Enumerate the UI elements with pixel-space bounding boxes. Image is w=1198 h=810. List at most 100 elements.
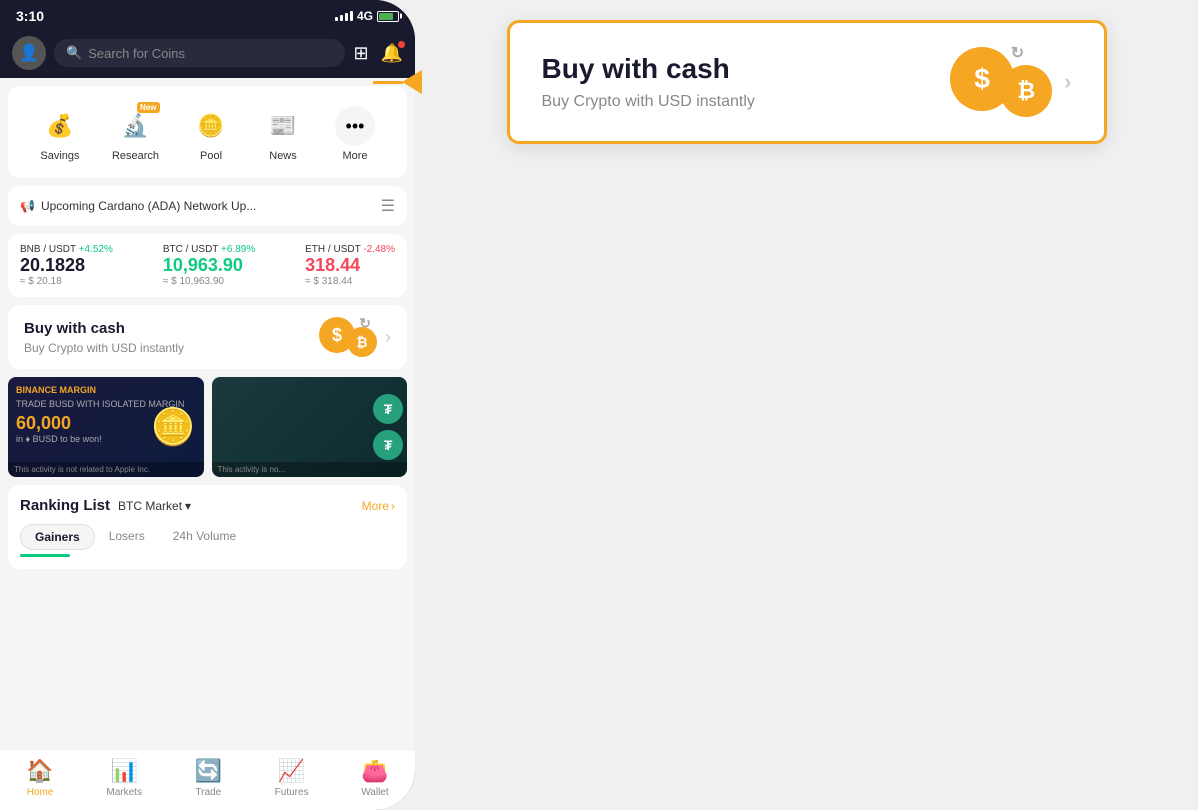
savings-label: Savings [40,150,79,162]
popup-coins: $ ↻ ₿ [950,47,1052,117]
price-row: BNB / USDT +4.52% 20.1828 ≈ $ 20.18 BTC … [8,234,407,297]
more-icon: ••• [335,106,375,146]
news-item[interactable]: 📰 News [263,106,303,162]
markets-label: Markets [106,787,142,798]
popup-right: $ ↻ ₿ › [950,47,1071,117]
nav-wallet[interactable]: 👛 Wallet [361,758,388,798]
banner-section: BINANCE MARGIN TRADE BUSD WITH ISOLATED … [8,377,407,477]
home-label: Home [27,787,54,798]
research-item[interactable]: 🔬 New Research [112,106,159,162]
btc-price[interactable]: BTC / USDT +6.89% 10,963.90 ≈ $ 10,963.9… [163,244,255,287]
popup-rotate-icon: ↻ [1011,43,1024,63]
trade-icon: 🔄 [195,758,222,784]
search-placeholder: Search for Coins [88,46,185,61]
pool-label: Pool [200,150,222,162]
notification-badge [398,41,405,48]
signal-icon [335,11,353,21]
bnb-price[interactable]: BNB / USDT +4.52% 20.1828 ≈ $ 20.18 [20,244,113,287]
eth-change: -2.48% [363,244,395,255]
tab-underline [20,554,70,557]
wallet-icon: 👛 [361,758,388,784]
tab-24h-volume[interactable]: 24h Volume [159,524,250,550]
news-label: News [269,150,297,162]
tether-icon: ₮ [373,394,403,424]
btc-usd: ≈ $ 10,963.90 [163,276,255,287]
eth-pair: ETH / USDT [305,244,360,255]
tether-icon-2: ₮ [373,430,403,460]
quick-access-row: 💰 Savings 🔬 New Research 🪙 Pool 📰 Ne [20,98,395,166]
pool-item[interactable]: 🪙 Pool [191,106,231,162]
popup-dollar-icon: $ ↻ [950,47,1014,111]
more-label: More [342,150,367,162]
popup-card[interactable]: Buy with cash Buy Crypto with USD instan… [507,20,1107,144]
banner-logo: BINANCE MARGIN [16,385,196,395]
trade-label: Trade [195,787,221,798]
bnb-change: +4.52% [79,244,113,255]
search-bar[interactable]: 🔍 Search for Coins [54,39,345,67]
nav-futures[interactable]: 📈 Futures [275,758,309,798]
banner-disclaimer: This activity is not related to Apple In… [8,462,204,477]
new-badge: New [137,102,159,113]
market-selector[interactable]: BTC Market ▾ [118,499,191,513]
eth-price[interactable]: ETH / USDT -2.48% 318.44 ≈ $ 318.44 [305,244,395,287]
nav-home[interactable]: 🏠 Home [26,758,53,798]
time-display: 3:10 [16,8,44,24]
tether-banner[interactable]: ₮ ₮ This activity is no... [212,377,408,477]
more-label: More [362,499,389,513]
arrow-line [373,81,403,84]
buy-cash-card[interactable]: Buy with cash Buy Crypto with USD instan… [8,305,407,369]
avatar[interactable]: 👤 [12,36,46,70]
buy-cash-title: Buy with cash [24,320,184,337]
savings-item[interactable]: 💰 Savings [40,106,80,162]
more-arrow-icon: › [391,499,395,513]
tab-losers[interactable]: Losers [95,524,159,550]
home-icon: 🏠 [26,758,53,784]
bnb-usd: ≈ $ 20.18 [20,276,113,287]
futures-icon: 📈 [278,758,305,784]
btc-value: 10,963.90 [163,255,255,276]
announcement-text: 📢 Upcoming Cardano (ADA) Network Up... [20,199,256,213]
status-icons: 4G [335,9,399,23]
top-bar: 👤 🔍 Search for Coins ⊞ 🔔 [0,28,415,78]
market-label: BTC Market [118,499,182,513]
notification-icon[interactable]: 🔔 [381,43,403,64]
buy-cash-icons: $ ↻ ₿ › [319,317,391,357]
eth-usd: ≈ $ 318.44 [305,276,395,287]
popup-chevron-icon[interactable]: › [1064,69,1071,95]
pool-icon: 🪙 [191,106,231,146]
top-icons: ⊞ 🔔 [353,43,403,64]
dollar-coin-icon: $ ↻ [319,317,355,353]
banner-coin-icon: 🪙 [151,406,196,448]
quick-access-card: 💰 Savings 🔬 New Research 🪙 Pool 📰 Ne [8,86,407,178]
tab-gainers[interactable]: Gainers [20,524,95,550]
arrow-connector [373,70,422,94]
popup-title: Buy with cash [542,53,755,85]
btc-pair: BTC / USDT [163,244,218,255]
nav-markets[interactable]: 📊 Markets [106,758,142,798]
ranking-header: Ranking List BTC Market ▾ More › [20,497,395,514]
ranking-tabs: Gainers Losers 24h Volume [20,524,395,550]
more-item[interactable]: ••• More [335,106,375,162]
announcement-bar[interactable]: 📢 Upcoming Cardano (ADA) Network Up... ☰ [8,186,407,226]
bnb-value: 20.1828 [20,255,113,276]
search-icon: 🔍 [66,45,82,61]
eth-value: 318.44 [305,255,395,276]
bnb-pair: BNB / USDT [20,244,76,255]
scan-icon[interactable]: ⊞ [353,43,368,64]
phone-content: 💰 Savings 🔬 New Research 🪙 Pool 📰 Ne [0,78,415,749]
markets-icon: 📊 [110,758,137,784]
more-link[interactable]: More › [362,499,395,513]
news-icon: 📰 [263,106,303,146]
margin-banner[interactable]: BINANCE MARGIN TRADE BUSD WITH ISOLATED … [8,377,204,477]
chevron-right-icon: › [385,327,391,348]
list-icon: ☰ [381,196,395,216]
right-panel: Buy with cash Buy Crypto with USD instan… [415,0,1198,164]
ranking-section: Ranking List BTC Market ▾ More › Gainers… [8,485,407,569]
btc-change: +6.89% [221,244,255,255]
wallet-label: Wallet [361,787,388,798]
popup-subtitle: Buy Crypto with USD instantly [542,93,755,111]
arrow-head [402,70,422,94]
ranking-title: Ranking List [20,497,110,514]
nav-trade[interactable]: 🔄 Trade [195,758,222,798]
bottom-nav: 🏠 Home 📊 Markets 🔄 Trade 📈 Futures 👛 Wal… [0,749,415,810]
